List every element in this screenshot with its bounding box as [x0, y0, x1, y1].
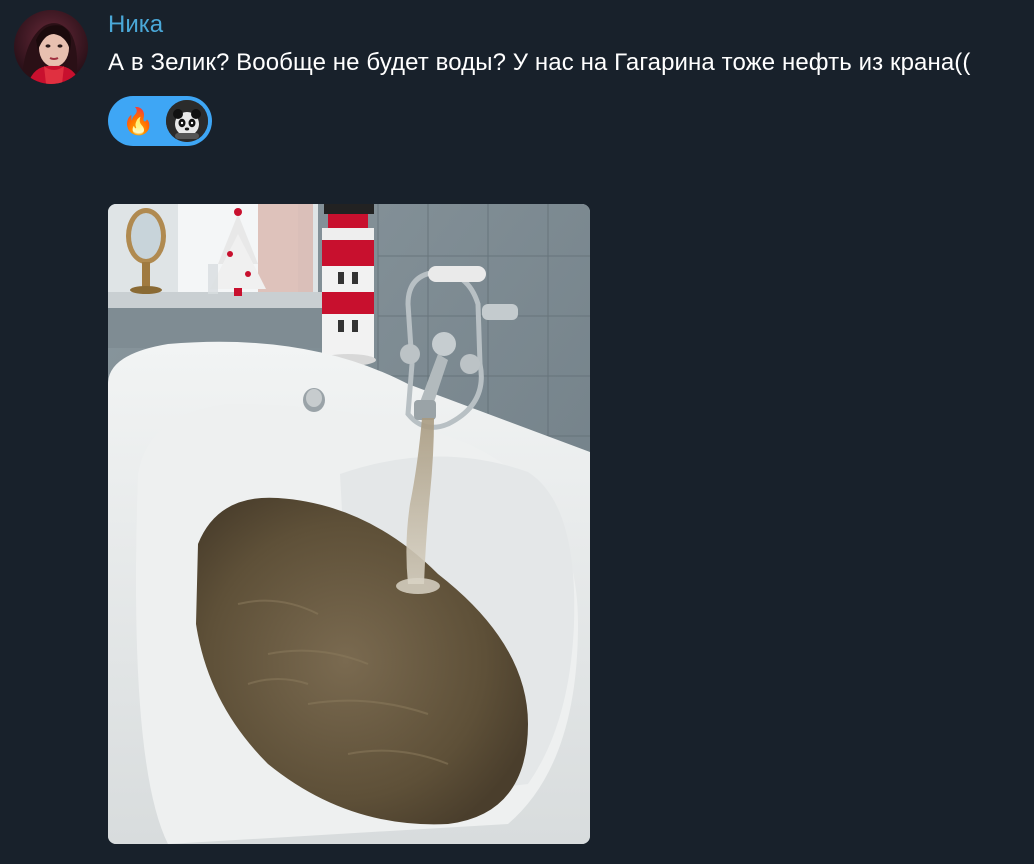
sender-name[interactable]: Ника	[108, 8, 1008, 42]
chat-view: Ника А в Зелик? Вообще не будет воды? У …	[0, 0, 1034, 864]
sender-avatar[interactable]	[14, 10, 88, 84]
message-photo[interactable]	[108, 204, 590, 844]
user-avatar-photo-icon	[14, 10, 88, 84]
message-text: А в Зелик? Вообще не будет воды? У нас н…	[108, 49, 971, 76]
reactor-avatar	[166, 100, 209, 142]
bathtub-photo-icon	[108, 204, 590, 844]
fire-icon: 🔥	[122, 106, 155, 136]
message-bubble: Ника А в Зелик? Вообще не будет воды? У …	[108, 8, 1008, 146]
reaction-chip[interactable]: 🔥	[108, 96, 213, 146]
reactor-avatar-panda-icon	[166, 100, 209, 142]
